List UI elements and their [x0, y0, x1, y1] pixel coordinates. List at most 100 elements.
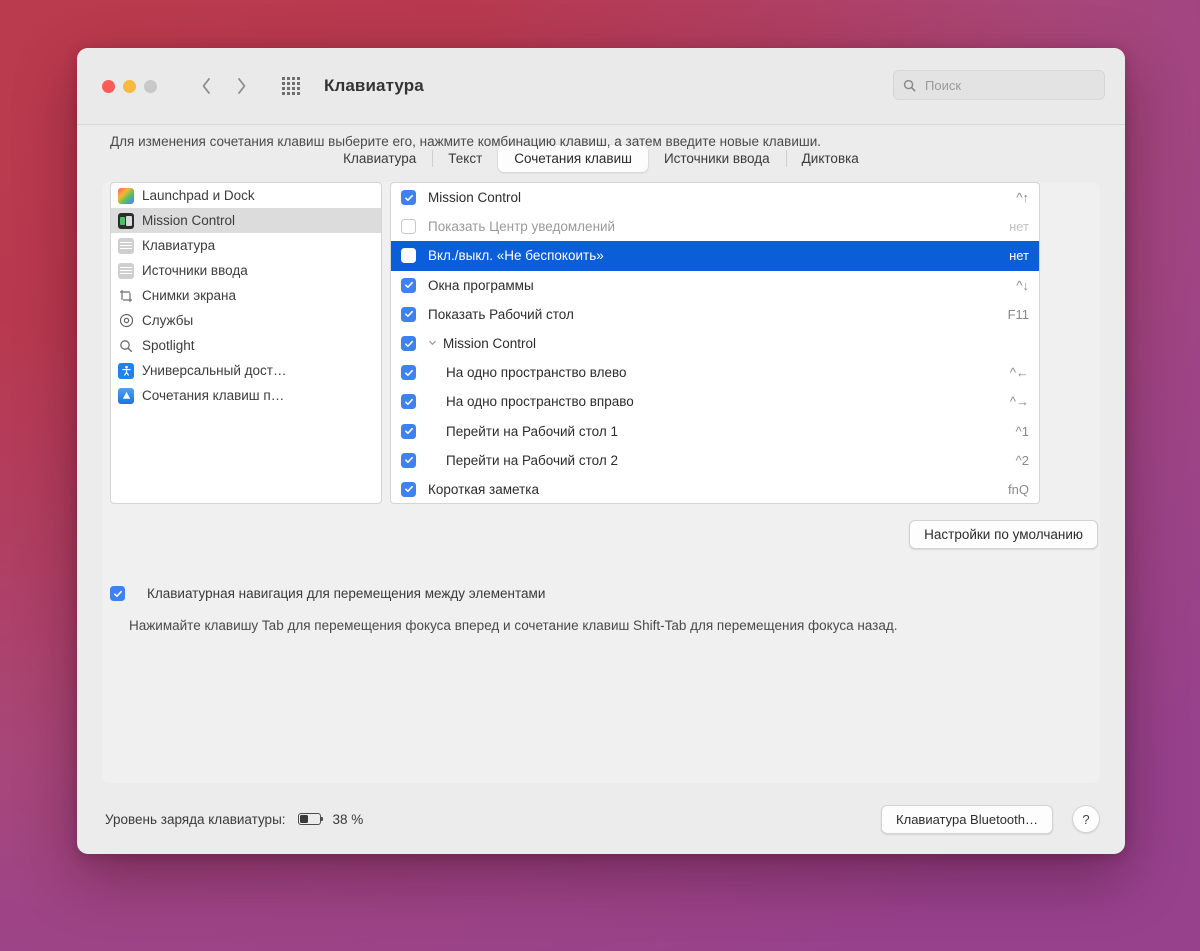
- shortcut-key[interactable]: ^↑: [995, 190, 1029, 205]
- sidebar-item-label: Службы: [142, 313, 194, 328]
- sidebar-item-label: Spotlight: [142, 338, 195, 353]
- zoom-button[interactable]: [144, 79, 157, 93]
- shortcut-checkbox[interactable]: [401, 452, 416, 468]
- gear-icon: [118, 313, 134, 329]
- search-icon: [903, 79, 916, 92]
- shortcut-key[interactable]: ^←: [995, 365, 1029, 380]
- search-field[interactable]: [893, 70, 1105, 100]
- forward-button[interactable]: [235, 76, 248, 96]
- desktop-background: Клавиатура Клавиатура Текст Сочетания кл…: [0, 0, 1200, 951]
- shortcut-key[interactable]: ^↓: [995, 278, 1029, 293]
- page-title: Клавиатура: [324, 76, 424, 95]
- shortcut-checkbox[interactable]: [401, 394, 416, 410]
- sidebar-item-label: Снимки экрана: [142, 288, 236, 303]
- shortcut-key[interactable]: ^→: [995, 394, 1029, 409]
- shortcut-list[interactable]: Mission Control ^↑ Показать Центр уведом…: [390, 182, 1040, 504]
- spotlight-search-icon: [118, 338, 134, 354]
- keyboard-navigation-label: Клавиатурная навигация для перемещения м…: [147, 586, 546, 601]
- shortcut-checkbox[interactable]: [401, 306, 416, 322]
- sidebar-item-app-shortcuts[interactable]: Сочетания клавиш п…: [111, 383, 381, 408]
- shortcut-row[interactable]: Mission Control ^↑: [391, 183, 1039, 212]
- mission-control-icon: [118, 212, 134, 229]
- keyboard-icon: [118, 262, 134, 279]
- category-list[interactable]: Launchpad и Dock Mission Control Клавиат…: [110, 182, 382, 504]
- shortcut-group-row[interactable]: Mission Control: [391, 329, 1039, 358]
- battery-icon: [297, 813, 324, 825]
- sidebar-item-screenshots[interactable]: Снимки экрана: [111, 283, 381, 308]
- system-preferences-window: Клавиатура Клавиатура Текст Сочетания кл…: [77, 48, 1125, 854]
- shortcut-key[interactable]: нет: [995, 219, 1029, 234]
- chevron-right-icon: [238, 78, 246, 94]
- shortcut-label: Показать Рабочий стол: [428, 306, 574, 322]
- sidebar-item-accessibility[interactable]: Универсальный дост…: [111, 358, 381, 383]
- shortcut-checkbox[interactable]: [401, 365, 416, 381]
- sidebar-item-input-sources[interactable]: Источники ввода: [111, 258, 381, 283]
- sidebar-item-launchpad-dock[interactable]: Launchpad и Dock: [111, 183, 381, 208]
- shortcut-checkbox[interactable]: [401, 423, 416, 439]
- shortcut-key[interactable]: ^1: [995, 424, 1029, 439]
- sidebar-item-services[interactable]: Службы: [111, 308, 381, 333]
- shortcut-row[interactable]: Короткая заметка fnQ: [391, 475, 1039, 503]
- shortcut-checkbox[interactable]: [401, 219, 416, 235]
- screenshot-icon: [118, 288, 134, 304]
- keyboard-navigation-checkbox[interactable]: [110, 586, 125, 601]
- sidebar-item-label: Сочетания клавиш п…: [142, 388, 285, 403]
- sidebar-item-mission-control[interactable]: Mission Control: [111, 208, 381, 233]
- battery-label: Уровень заряда клавиатуры:: [105, 811, 286, 827]
- window-titlebar: Клавиатура: [77, 48, 1125, 125]
- traffic-light-group: [102, 79, 157, 93]
- window-footer: Уровень заряда клавиатуры: 38 % Клавиату…: [77, 784, 1125, 854]
- help-button[interactable]: ?: [1072, 805, 1100, 833]
- shortcut-row[interactable]: Окна программы ^↓: [391, 271, 1039, 300]
- shortcut-label: Вкл./выкл. «Не беспокоить»: [428, 248, 604, 264]
- shortcut-label: Перейти на Рабочий стол 1: [446, 423, 618, 439]
- sidebar-item-spotlight[interactable]: Spotlight: [111, 333, 381, 358]
- launchpad-icon: [118, 187, 134, 204]
- sidebar-item-label: Клавиатура: [142, 238, 216, 253]
- shortcut-checkbox[interactable]: [401, 336, 416, 352]
- shortcut-checkbox[interactable]: [401, 481, 416, 497]
- battery-fill: [299, 815, 308, 823]
- shortcut-label: Mission Control: [428, 190, 522, 206]
- navigation-arrows: [200, 76, 248, 96]
- sidebar-item-keyboard[interactable]: Клавиатура: [111, 233, 381, 258]
- shortcut-checkbox[interactable]: [401, 248, 416, 264]
- restore-defaults-button[interactable]: Настройки по умолчанию: [909, 520, 1098, 549]
- minimize-button[interactable]: [123, 79, 136, 93]
- show-all-grid-icon[interactable]: [282, 77, 300, 95]
- shortcut-row[interactable]: Показать Центр уведомлений нет: [391, 212, 1039, 241]
- lists-container: Launchpad и Dock Mission Control Клавиат…: [110, 182, 1040, 504]
- bluetooth-keyboard-button[interactable]: Клавиатура Bluetooth…: [881, 804, 1053, 834]
- shortcut-key[interactable]: fnQ: [995, 482, 1029, 497]
- shortcut-label: Окна программы: [428, 277, 534, 293]
- app-shortcuts-icon: [118, 387, 134, 404]
- close-button[interactable]: [102, 79, 115, 93]
- sidebar-item-label: Универсальный дост…: [142, 363, 287, 378]
- shortcut-label: На одно пространство влево: [446, 365, 627, 381]
- shortcut-row[interactable]: Показать Рабочий стол F11: [391, 300, 1039, 329]
- keyboard-navigation-hint: Нажимайте клавишу Tab для перемещения фо…: [129, 618, 898, 633]
- search-input[interactable]: [923, 76, 1095, 94]
- shortcut-row[interactable]: На одно пространство влево ^←: [391, 358, 1039, 387]
- panel-description: Для изменения сочетания клавиш выберите …: [110, 134, 822, 149]
- shortcut-row[interactable]: Перейти на Рабочий стол 2 ^2: [391, 446, 1039, 475]
- shortcut-label: Перейти на Рабочий стол 2: [446, 452, 618, 468]
- shortcut-row[interactable]: Перейти на Рабочий стол 1 ^1: [391, 417, 1039, 446]
- chevron-down-icon[interactable]: [428, 338, 439, 349]
- shortcut-checkbox[interactable]: [401, 277, 416, 293]
- back-button[interactable]: [200, 76, 213, 96]
- sidebar-item-label: Источники ввода: [142, 263, 248, 278]
- shortcut-key[interactable]: ^2: [995, 453, 1029, 468]
- shortcut-label: Mission Control: [443, 336, 537, 352]
- keyboard-navigation-row[interactable]: Клавиатурная навигация для перемещения м…: [110, 586, 545, 601]
- shortcut-row-selected[interactable]: Вкл./выкл. «Не беспокоить» нет: [391, 241, 1039, 271]
- shortcut-key[interactable]: нет: [995, 248, 1029, 263]
- shortcut-label: Показать Центр уведомлений: [428, 219, 616, 235]
- shortcut-key[interactable]: F11: [995, 307, 1029, 322]
- shortcut-checkbox[interactable]: [401, 190, 416, 206]
- sidebar-item-label: Mission Control: [142, 213, 236, 228]
- keyboard-icon: [118, 237, 134, 254]
- sidebar-item-label: Launchpad и Dock: [142, 188, 255, 203]
- chevron-left-icon: [202, 78, 210, 94]
- shortcut-row[interactable]: На одно пространство вправо ^→: [391, 387, 1039, 416]
